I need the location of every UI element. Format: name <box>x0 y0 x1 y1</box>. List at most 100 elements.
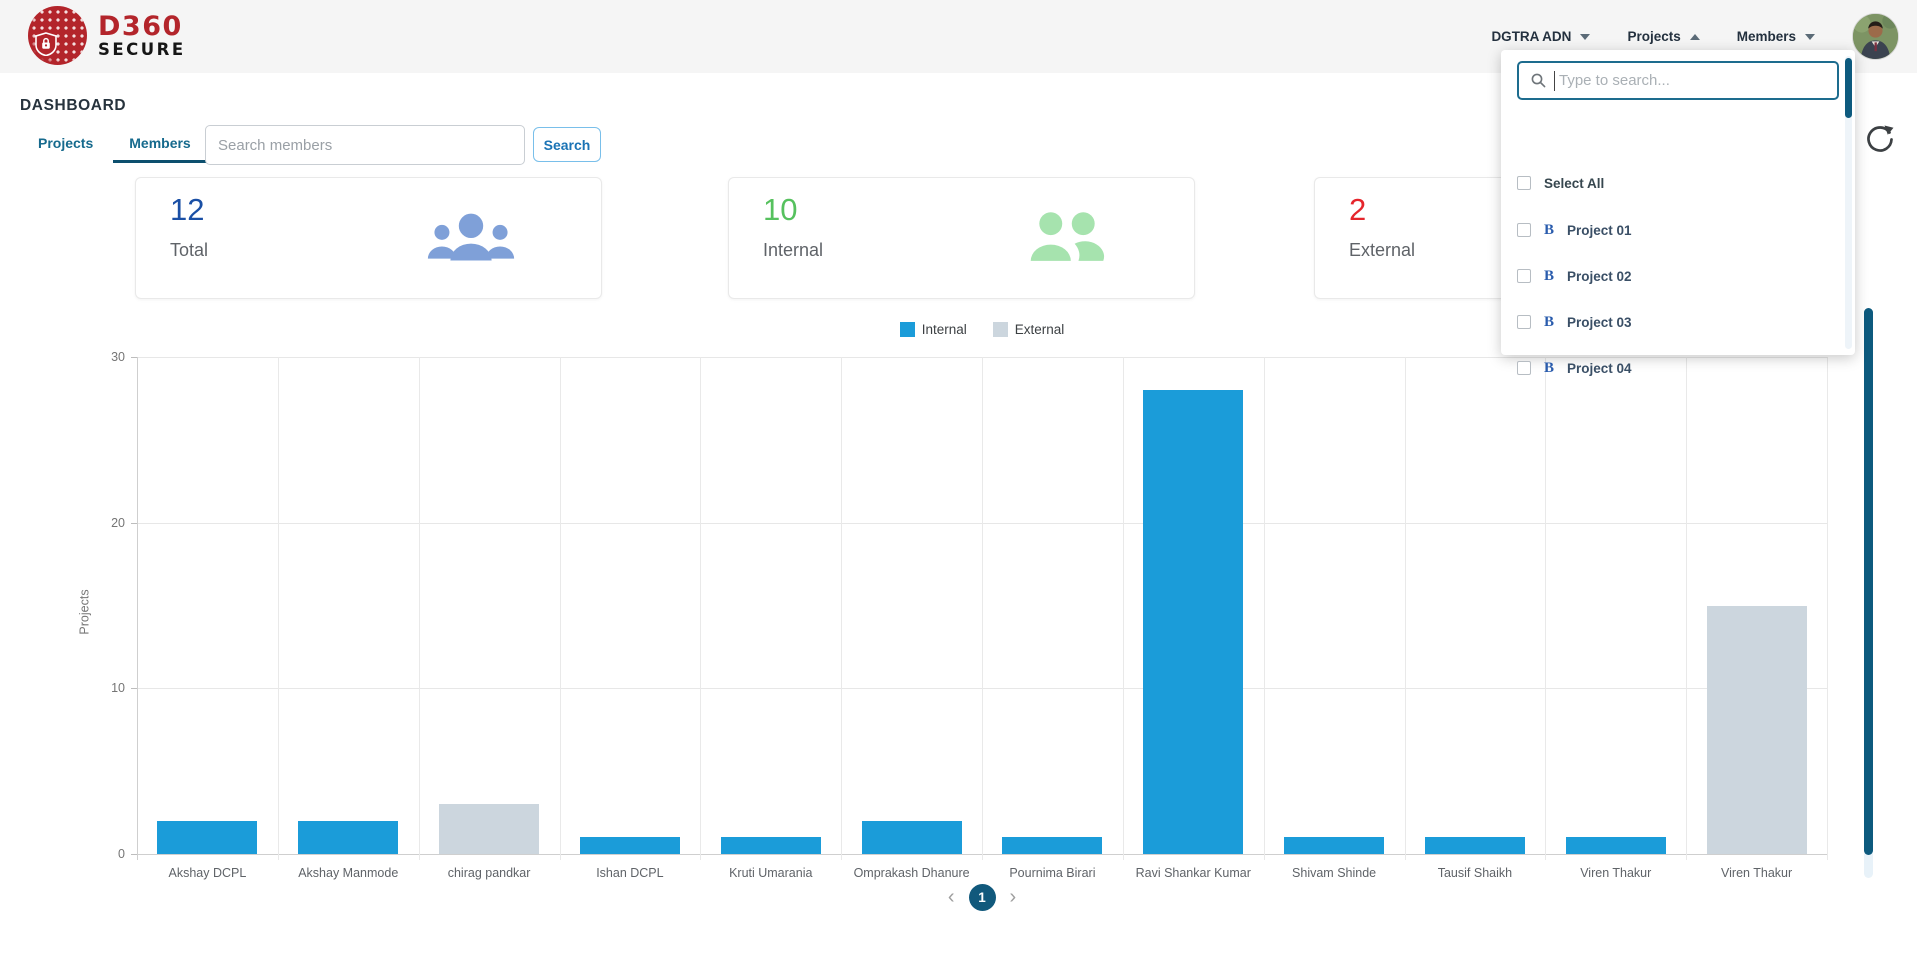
v-gridline <box>137 357 138 860</box>
chevron-down-icon <box>1580 33 1591 40</box>
tab-members[interactable]: Members <box>111 127 208 163</box>
search-button[interactable]: Search <box>533 127 601 162</box>
v-gridline <box>1545 357 1546 860</box>
nav-item-projects[interactable]: Projects <box>1627 29 1700 44</box>
nav-label: Members <box>1736 29 1796 44</box>
project-checkbox[interactable] <box>1517 269 1531 283</box>
v-gridline <box>982 357 983 860</box>
shield-lock-icon <box>35 32 57 56</box>
two-people-icon <box>1030 212 1105 261</box>
y-tick-label: 0 <box>118 847 125 861</box>
project-b-icon: B <box>1544 267 1555 284</box>
dropdown-item-project-04[interactable]: B Project 04 <box>1517 353 1632 383</box>
dropdown-item-project-03[interactable]: B Project 03 <box>1517 307 1632 337</box>
x-axis-label: Viren Thakur <box>1580 866 1652 880</box>
search-icon <box>1531 73 1546 88</box>
legend-item-external[interactable]: External <box>992 322 1065 337</box>
v-gridline <box>1405 357 1406 860</box>
select-all-label: Select All <box>1544 175 1605 191</box>
app-logo: D360 SECURE <box>28 6 186 65</box>
y-axis-title: Projects <box>77 589 92 635</box>
project-checkbox[interactable] <box>1517 223 1531 237</box>
logo-line2: SECURE <box>98 39 186 59</box>
project-label: Project 02 <box>1567 268 1632 284</box>
x-axis-label: Ravi Shankar Kumar <box>1135 866 1251 880</box>
nav-item-members[interactable]: Members <box>1737 29 1815 44</box>
dropdown-item-project-01[interactable]: B Project 01 <box>1517 215 1632 245</box>
bar-external-chirag-pandkar[interactable] <box>439 804 539 854</box>
bar-internal-pournima-birari[interactable] <box>1002 837 1102 854</box>
stat-card-internal: 10 Internal <box>728 177 1195 299</box>
project-b-icon: B <box>1544 313 1555 330</box>
dropdown-item-project-02[interactable]: B Project 02 <box>1517 261 1632 291</box>
bar-internal-akshay-dcpl[interactable] <box>157 820 257 854</box>
nav-label: Projects <box>1627 29 1681 44</box>
pagination-prev-icon[interactable]: ‹ <box>948 884 955 911</box>
bar-internal-akshay-manmode[interactable] <box>298 820 398 854</box>
x-axis-label: Kruti Umarania <box>729 866 813 880</box>
v-gridline <box>1123 357 1124 860</box>
pagination-page-1[interactable]: 1 <box>968 884 996 911</box>
dropdown-scrollbar-thumb[interactable] <box>1845 58 1852 118</box>
stat-value: 10 <box>763 192 798 227</box>
tab-bar: Projects Members <box>20 127 209 163</box>
project-checkbox[interactable] <box>1517 361 1531 375</box>
bar-external-viren-thakur[interactable] <box>1707 605 1807 854</box>
bar-internal-ishan-dcpl[interactable] <box>580 837 680 854</box>
project-b-icon: B <box>1544 359 1555 376</box>
x-axis-label: Akshay Manmode <box>298 866 399 880</box>
project-label: Project 04 <box>1567 360 1632 376</box>
y-tick-label: 10 <box>111 681 125 696</box>
legend-label: External <box>1014 322 1065 337</box>
chart-pagination: ‹ 1 › <box>137 884 1827 911</box>
project-b-icon: B <box>1544 221 1555 238</box>
v-gridline <box>560 357 561 860</box>
page-title: DASHBOARD <box>20 97 127 114</box>
bar-internal-viren-thakur[interactable] <box>1566 837 1666 854</box>
project-checkbox[interactable] <box>1517 315 1531 329</box>
bar-internal-ravi-shankar-kumar[interactable] <box>1143 390 1243 854</box>
bar-internal-tausif-shaikh[interactable] <box>1425 837 1525 854</box>
tab-projects[interactable]: Projects <box>20 127 111 163</box>
group-people-icon <box>427 213 515 261</box>
chevron-up-icon <box>1689 33 1700 40</box>
x-axis-label: Akshay DCPL <box>168 866 247 880</box>
x-axis-label: Omprakash Dhanure <box>853 866 970 880</box>
user-avatar[interactable] <box>1852 13 1899 60</box>
v-gridline <box>841 357 842 860</box>
v-gridline <box>1686 357 1687 860</box>
refresh-icon <box>1867 125 1894 152</box>
legend-swatch <box>992 322 1008 337</box>
dropdown-search-input[interactable] <box>1557 71 1837 90</box>
member-search-input[interactable] <box>205 125 525 165</box>
v-gridline <box>700 357 701 860</box>
refresh-button[interactable] <box>1862 122 1898 158</box>
x-axis-label: Ishan DCPL <box>596 866 664 880</box>
stat-label: Internal <box>763 240 824 260</box>
stat-value: 12 <box>170 192 205 227</box>
select-all-checkbox[interactable] <box>1517 176 1531 190</box>
bar-internal-shivam-shinde[interactable] <box>1284 837 1384 854</box>
x-axis-label: Pournima Birari <box>1009 866 1096 880</box>
y-tick-label: 20 <box>111 515 125 530</box>
nav-item-dgtra-adn[interactable]: DGTRA ADN <box>1491 29 1591 44</box>
logo-text: D360 SECURE <box>98 13 186 59</box>
v-gridline <box>1264 357 1265 860</box>
project-label: Project 03 <box>1567 314 1632 330</box>
page-scrollbar-thumb[interactable] <box>1864 308 1873 855</box>
v-gridline <box>419 357 420 860</box>
v-gridline <box>1827 357 1828 860</box>
pagination-next-icon[interactable]: › <box>1010 884 1017 911</box>
chevron-down-icon <box>1805 33 1815 40</box>
logo-globe-icon <box>28 6 87 65</box>
avatar-photo <box>1853 14 1898 59</box>
bar-internal-omprakash-dhanure[interactable] <box>862 820 962 854</box>
nav-label: DGTRA ADN <box>1491 29 1572 44</box>
bar-internal-kruti-umarania[interactable] <box>721 837 821 854</box>
select-all-option[interactable]: Select All <box>1517 168 1604 198</box>
x-axis-label: Shivam Shinde <box>1292 866 1377 880</box>
legend-item-internal[interactable]: Internal <box>899 322 967 337</box>
x-axis-label: Tausif Shaikh <box>1437 866 1513 880</box>
logo-line1: D360 <box>98 10 183 42</box>
y-tick-label: 30 <box>111 350 125 364</box>
